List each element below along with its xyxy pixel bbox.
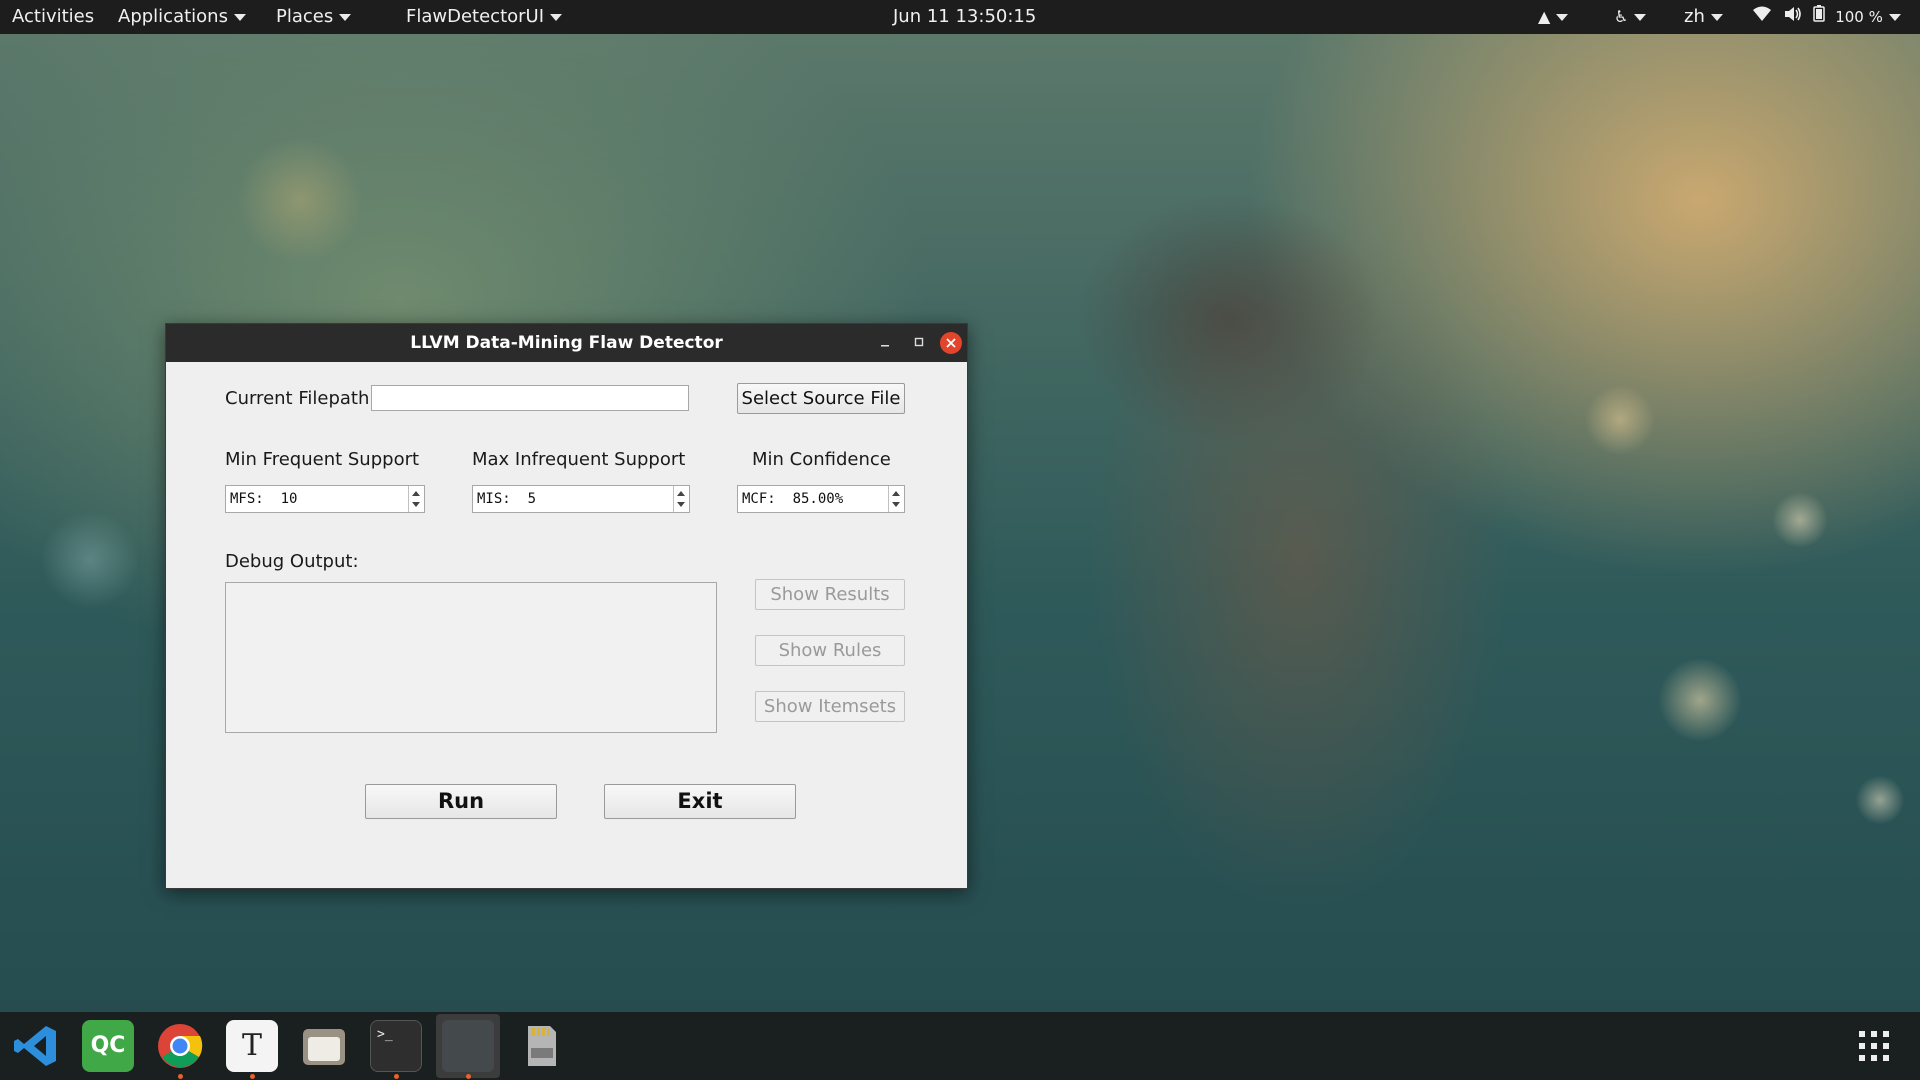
qtcreator-icon: QC <box>90 1033 126 1058</box>
volume-icon <box>1784 0 1802 34</box>
arrow-up-icon <box>412 491 420 496</box>
close-icon <box>946 338 956 348</box>
battery-icon <box>1813 0 1826 34</box>
mfs-value: MFS: 10 <box>230 491 298 507</box>
close-button[interactable] <box>940 332 962 354</box>
run-button[interactable]: Run <box>365 784 557 819</box>
text-editor-launcher[interactable]: T <box>226 1020 278 1072</box>
notification-icon: ▲ <box>1538 7 1551 26</box>
applications-label: Applications <box>118 6 228 27</box>
maximize-button[interactable] <box>908 332 930 354</box>
window-title: LLVM Data-Mining Flaw Detector <box>410 333 723 353</box>
chevron-down-icon <box>550 13 563 21</box>
language-label: zh <box>1684 6 1705 27</box>
wifi-icon <box>1752 0 1772 34</box>
show-itemsets-button[interactable]: Show Itemsets <box>755 691 905 722</box>
min-frequent-support-label: Min Frequent Support <box>225 449 420 470</box>
places-menu[interactable]: Places <box>276 0 352 34</box>
exit-button[interactable]: Exit <box>604 784 796 819</box>
arrow-up-icon <box>892 491 900 496</box>
arrow-down-icon <box>677 502 685 507</box>
vscode-icon <box>14 1026 56 1066</box>
window-titlebar[interactable]: LLVM Data-Mining Flaw Detector <box>166 324 967 362</box>
accessibility-menu[interactable]: ♿ <box>1614 0 1647 34</box>
mfs-spinbox[interactable]: MFS: 10 <box>225 485 425 513</box>
max-infrequent-support-label: Max Infrequent Support <box>472 449 686 470</box>
notification-menu[interactable]: ▲ <box>1538 0 1569 34</box>
running-indicator <box>250 1074 255 1079</box>
show-rules-button[interactable]: Show Rules <box>755 635 905 666</box>
accessibility-icon: ♿ <box>1614 7 1629 26</box>
running-indicator <box>466 1074 471 1079</box>
files-icon <box>303 1029 345 1065</box>
terminal-launcher[interactable]: >_ <box>370 1020 422 1072</box>
debug-output-label: Debug Output: <box>225 551 359 572</box>
activities-button[interactable]: Activities <box>12 0 94 34</box>
maximize-icon <box>914 337 924 347</box>
places-label: Places <box>276 6 334 27</box>
minimize-icon <box>881 345 889 347</box>
mcf-value: MCF: 85.00% <box>742 491 844 507</box>
sd-card-launcher[interactable] <box>514 1020 566 1072</box>
select-source-file-button[interactable]: Select Source File <box>737 383 905 414</box>
chevron-down-icon <box>1710 13 1723 21</box>
terminal-icon: >_ <box>377 1027 393 1042</box>
sd-card-icon <box>528 1026 556 1066</box>
mis-value: MIS: 5 <box>477 491 537 507</box>
battery-percentage: 100 % <box>1835 8 1883 26</box>
running-indicator <box>178 1074 183 1079</box>
language-menu[interactable]: zh <box>1684 0 1723 34</box>
chrome-launcher[interactable] <box>154 1020 206 1072</box>
dock: QC T >_ <box>0 1012 1920 1080</box>
clock[interactable]: Jun 11 13:50:15 <box>893 0 1036 34</box>
show-applications-button[interactable] <box>1856 1028 1892 1064</box>
system-menu[interactable]: 100 % <box>1752 0 1901 34</box>
vscode-launcher[interactable] <box>10 1020 62 1072</box>
active-window-launcher[interactable] <box>436 1014 500 1078</box>
app-grid-icon <box>1859 1031 1889 1061</box>
text-editor-icon: T <box>241 1028 262 1063</box>
files-launcher[interactable] <box>298 1020 350 1072</box>
running-indicator <box>394 1074 399 1079</box>
app-menu-label: FlawDetectorUI <box>406 6 545 27</box>
applications-menu[interactable]: Applications <box>118 0 246 34</box>
chevron-down-icon <box>1556 13 1569 21</box>
debug-output-textarea[interactable] <box>225 582 717 733</box>
top-bar: Activities Applications Places FlawDetec… <box>0 0 1920 34</box>
chevron-down-icon <box>1634 13 1647 21</box>
app-menu[interactable]: FlawDetectorUI <box>406 0 563 34</box>
show-results-button[interactable]: Show Results <box>755 579 905 610</box>
arrow-down-icon <box>892 502 900 507</box>
flaw-detector-window: LLVM Data-Mining Flaw Detector Current F… <box>165 323 968 889</box>
mis-stepper[interactable] <box>673 486 689 512</box>
chrome-icon <box>158 1024 203 1068</box>
mis-spinbox[interactable]: MIS: 5 <box>472 485 690 513</box>
mcf-spinbox[interactable]: MCF: 85.00% <box>737 485 905 513</box>
chevron-down-icon <box>1888 13 1901 21</box>
chevron-down-icon <box>339 13 352 21</box>
mcf-stepper[interactable] <box>888 486 904 512</box>
qtcreator-launcher[interactable]: QC <box>82 1020 134 1072</box>
filepath-input[interactable] <box>371 385 689 411</box>
active-window-icon <box>442 1020 494 1072</box>
arrow-down-icon <box>412 502 420 507</box>
mfs-stepper[interactable] <box>408 486 424 512</box>
chevron-down-icon <box>233 13 246 21</box>
filepath-label: Current Filepath: <box>225 388 376 409</box>
arrow-up-icon <box>677 491 685 496</box>
min-confidence-label: Min Confidence <box>752 449 891 470</box>
minimize-button[interactable] <box>874 332 896 354</box>
